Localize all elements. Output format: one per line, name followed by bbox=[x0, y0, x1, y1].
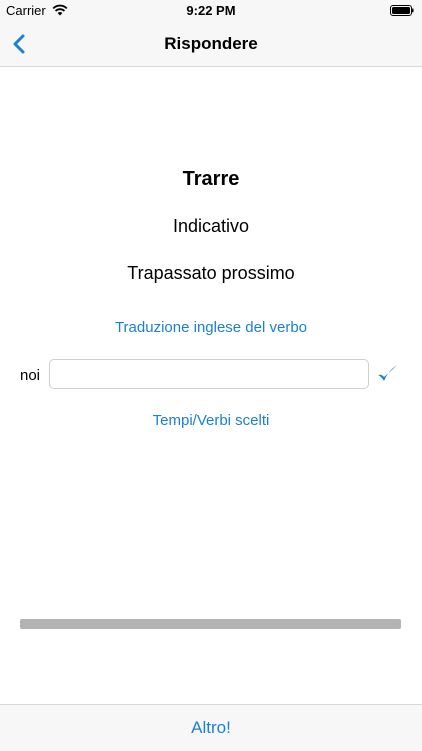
mood-label: Indicativo bbox=[172, 216, 250, 236]
english-translation-link[interactable]: Traduzione inglese del verbo bbox=[0, 319, 422, 336]
bottom-toolbar: Altro! bbox=[0, 704, 422, 751]
pronoun-label: noi bbox=[20, 367, 41, 384]
page-title: Rispondere bbox=[164, 34, 258, 53]
status-bar: Carrier 9:22 PM bbox=[0, 0, 422, 22]
check-answer-button[interactable] bbox=[376, 363, 398, 385]
more-button[interactable]: Altro! bbox=[0, 718, 422, 738]
navigation-bar: Rispondere bbox=[0, 22, 422, 67]
progress-bar bbox=[20, 619, 401, 629]
battery-icon bbox=[390, 5, 414, 16]
verb-title: Trarre bbox=[182, 168, 240, 190]
chosen-tenses-verbs-link[interactable]: Tempi/Verbi scelti bbox=[0, 412, 422, 429]
tense-label: Trapassato prossimo bbox=[127, 263, 295, 283]
answer-input[interactable] bbox=[49, 359, 369, 389]
checkmark-icon bbox=[378, 365, 397, 381]
clock-time: 9:22 PM bbox=[186, 3, 236, 18]
